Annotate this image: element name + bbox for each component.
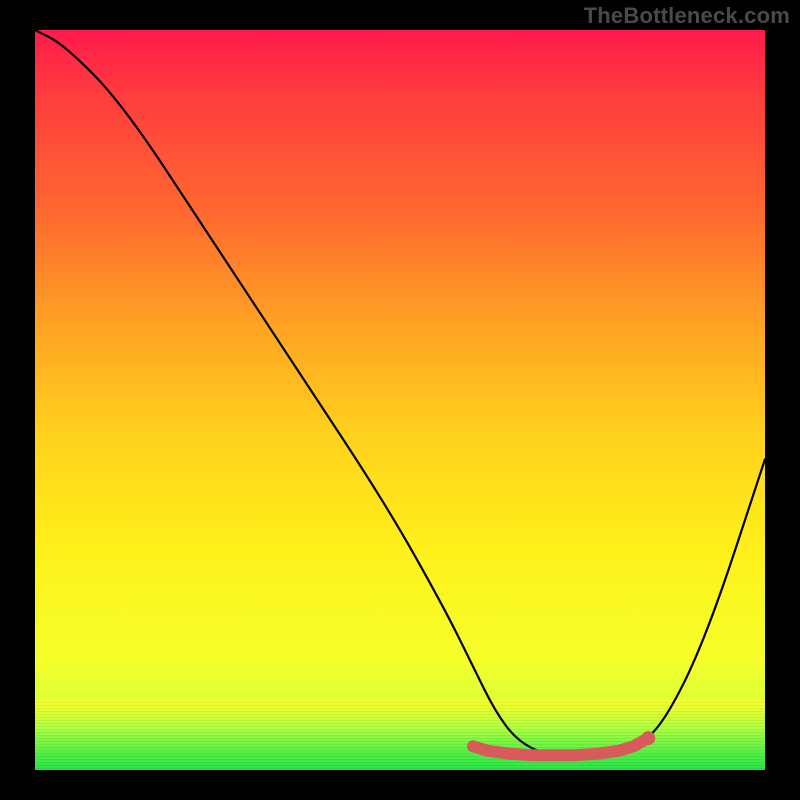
plot-area xyxy=(35,30,765,770)
red-end-dot xyxy=(641,731,655,745)
chart-frame: TheBottleneck.com xyxy=(0,0,800,800)
black-curve xyxy=(35,30,765,755)
curve-svg xyxy=(35,30,765,770)
red-marker-band xyxy=(473,738,648,755)
watermark-text: TheBottleneck.com xyxy=(584,3,790,29)
